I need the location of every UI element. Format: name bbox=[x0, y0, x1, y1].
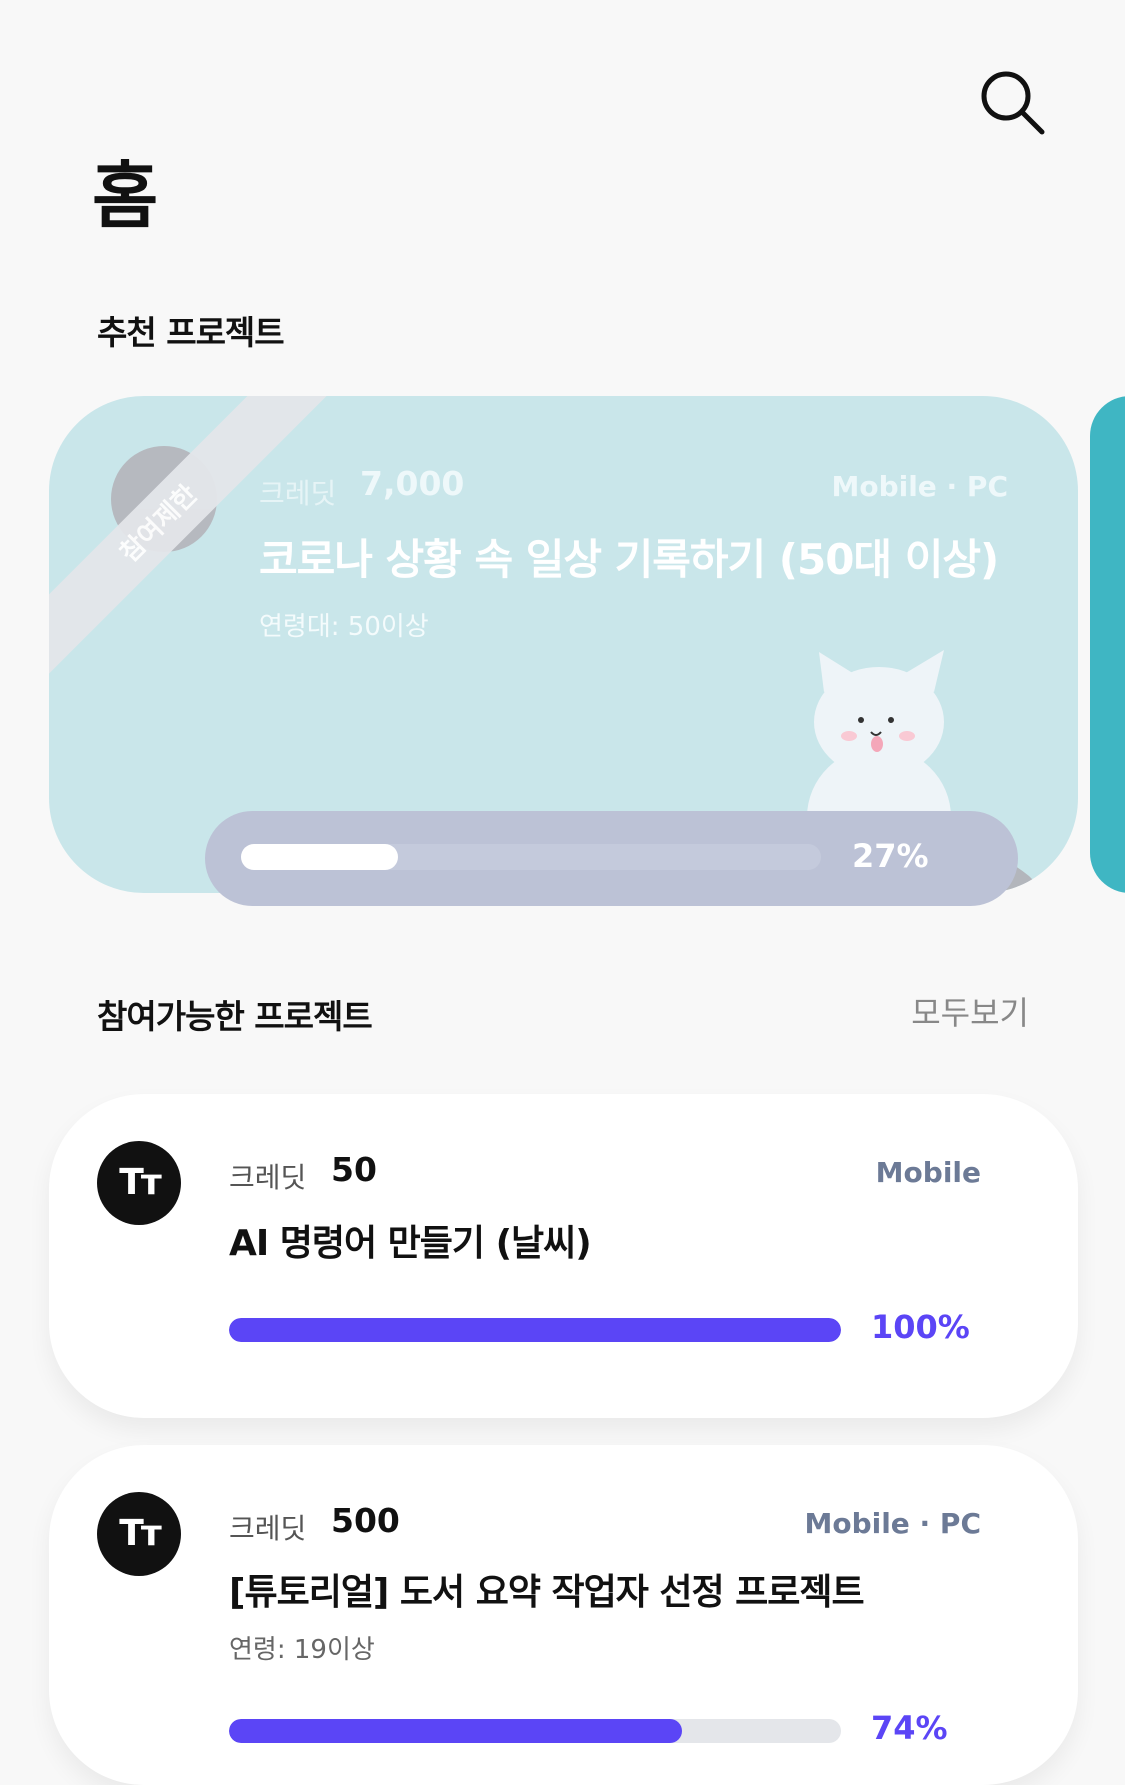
progress-fill bbox=[229, 1719, 682, 1743]
progress-percent: 74% bbox=[871, 1709, 948, 1747]
platform-label: Mobile · PC bbox=[831, 470, 1008, 503]
project-age-requirement: 연령대: 50이상 bbox=[259, 612, 429, 642]
credit-label: 크레딧 bbox=[259, 477, 337, 510]
progress-fill bbox=[241, 844, 398, 870]
recommended-progress: 27% bbox=[205, 811, 1018, 906]
credit-value: 50 bbox=[331, 1150, 377, 1189]
available-section-title: 참여가능한 프로젝트 bbox=[97, 997, 373, 1036]
view-all-link[interactable]: 모두보기 bbox=[911, 988, 1029, 1034]
project-title: [튜토리얼] 도서 요약 작업자 선정 프로젝트 bbox=[229, 1572, 865, 1613]
progress-track bbox=[241, 844, 821, 870]
project-avatar: Tт bbox=[97, 1492, 181, 1576]
progress-fill bbox=[229, 1318, 841, 1342]
progress-percent: 100% bbox=[871, 1308, 970, 1346]
page-title: 홈 bbox=[92, 154, 158, 238]
progress-track bbox=[229, 1318, 841, 1342]
platform-label: Mobile bbox=[875, 1156, 981, 1189]
platform-label: Mobile · PC bbox=[804, 1507, 981, 1540]
project-card[interactable]: Tт 크레딧 50 Mobile AI 명령어 만들기 (날씨) 100% bbox=[49, 1094, 1078, 1418]
recommended-section-title: 추천 프로젝트 bbox=[97, 313, 285, 352]
credit-label: 크레딧 bbox=[229, 1512, 307, 1545]
project-title: AI 명령어 만들기 (날씨) bbox=[229, 1223, 592, 1264]
project-avatar: Tт bbox=[97, 1141, 181, 1225]
progress-percent: 27% bbox=[852, 837, 929, 875]
next-recommended-card[interactable] bbox=[1090, 396, 1125, 893]
search-icon[interactable] bbox=[976, 66, 1048, 138]
project-age-requirement: 연령: 19이상 bbox=[229, 1635, 375, 1665]
credit-value: 500 bbox=[331, 1501, 400, 1540]
project-card[interactable]: Tт 크레딧 500 Mobile · PC [튜토리얼] 도서 요약 작업자 … bbox=[49, 1445, 1078, 1785]
project-title: 코로나 상황 속 일상 기록하기 (50대 이상) bbox=[259, 535, 999, 584]
credit-value: 7,000 bbox=[360, 464, 465, 503]
credit-label: 크레딧 bbox=[229, 1161, 307, 1194]
progress-track bbox=[229, 1719, 841, 1743]
